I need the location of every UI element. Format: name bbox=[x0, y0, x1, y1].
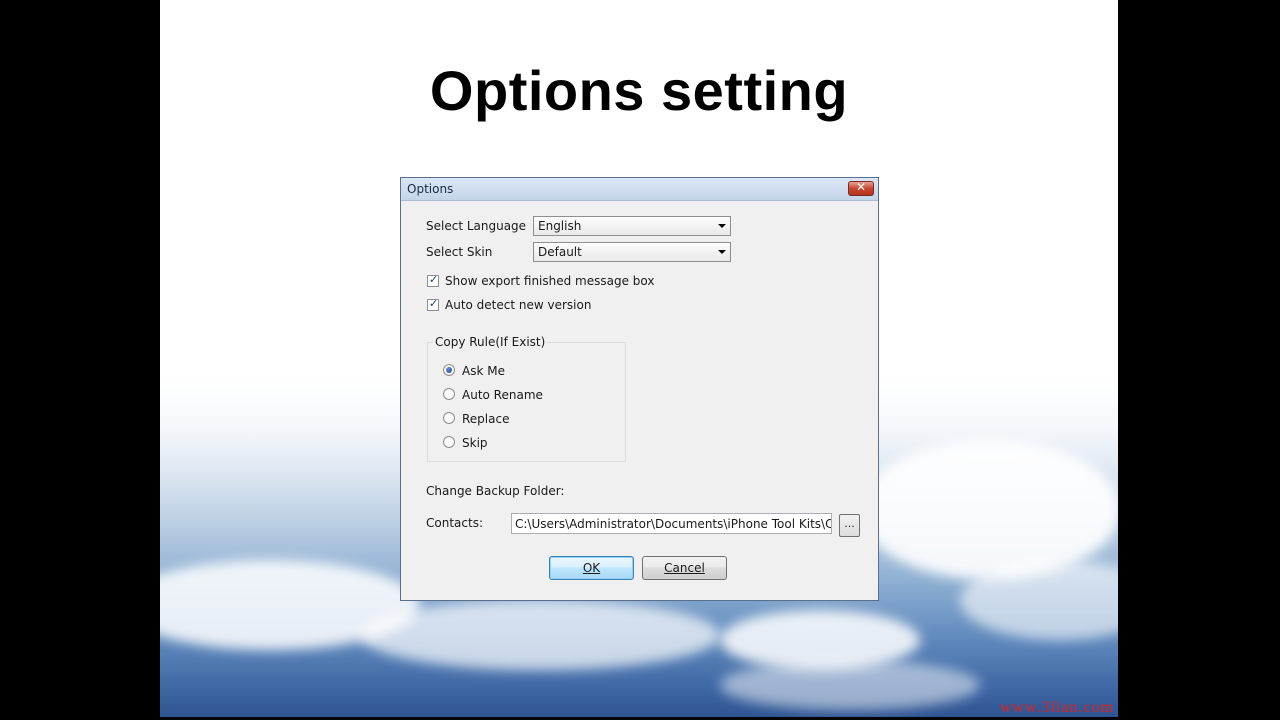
checkmark-icon: ✓ bbox=[429, 273, 439, 286]
language-select[interactable]: English bbox=[533, 216, 731, 236]
copy-rule-label: Copy Rule(If Exist) bbox=[433, 335, 548, 349]
chevron-down-icon bbox=[718, 224, 726, 228]
radio-ask-me[interactable] bbox=[443, 364, 455, 376]
contacts-label: Contacts: bbox=[426, 516, 483, 530]
cancel-button-label: Cancel bbox=[664, 561, 705, 575]
backup-folder-label: Change Backup Folder: bbox=[426, 484, 565, 498]
radio-selected-dot bbox=[446, 367, 452, 373]
cloud-decoration bbox=[860, 440, 1118, 580]
dialog-titlebar[interactable]: Options ✕ bbox=[401, 178, 878, 201]
slide-title: Options setting bbox=[429, 59, 849, 122]
ok-button-label: OK bbox=[582, 561, 601, 575]
skin-select[interactable]: Default bbox=[533, 242, 731, 262]
close-icon: ✕ bbox=[855, 180, 867, 194]
radio-auto-rename[interactable] bbox=[443, 388, 455, 400]
auto-detect-label[interactable]: Auto detect new version bbox=[445, 298, 591, 312]
copy-rule-group bbox=[427, 342, 626, 462]
ok-button[interactable]: OK bbox=[549, 556, 634, 580]
skin-value: Default bbox=[538, 245, 582, 259]
browse-button[interactable]: ... bbox=[839, 514, 860, 537]
auto-detect-checkbox[interactable]: ✓ bbox=[427, 297, 439, 311]
show-export-label[interactable]: Show export finished message box bbox=[445, 274, 654, 288]
radio-label-replace[interactable]: Replace bbox=[462, 412, 509, 426]
radio-label-auto-rename[interactable]: Auto Rename bbox=[462, 388, 543, 402]
contacts-path-field[interactable]: C:\Users\Administrator\Documents\iPhone … bbox=[511, 513, 832, 534]
contacts-path-value: C:\Users\Administrator\Documents\iPhone … bbox=[515, 517, 832, 531]
language-label: Select Language bbox=[426, 219, 527, 233]
radio-label-skip[interactable]: Skip bbox=[462, 436, 488, 450]
skin-label: Select Skin bbox=[426, 245, 493, 259]
language-value: English bbox=[538, 219, 582, 233]
dialog-title: Options bbox=[407, 182, 454, 196]
cloud-decoration bbox=[720, 660, 980, 710]
watermark: www.3lian.com bbox=[999, 699, 1114, 716]
cancel-button[interactable]: Cancel bbox=[642, 556, 727, 580]
options-dialog: Options ✕ Select Language English Select… bbox=[400, 177, 879, 601]
show-export-checkbox[interactable]: ✓ bbox=[427, 273, 439, 287]
radio-skip[interactable] bbox=[443, 436, 455, 448]
close-button[interactable]: ✕ bbox=[848, 180, 874, 196]
chevron-down-icon bbox=[718, 250, 726, 254]
cloud-decoration bbox=[360, 600, 720, 670]
checkmark-icon: ✓ bbox=[429, 297, 439, 310]
radio-label-ask-me[interactable]: Ask Me bbox=[462, 364, 505, 378]
radio-replace[interactable] bbox=[443, 412, 455, 424]
right-border bbox=[1118, 0, 1280, 720]
